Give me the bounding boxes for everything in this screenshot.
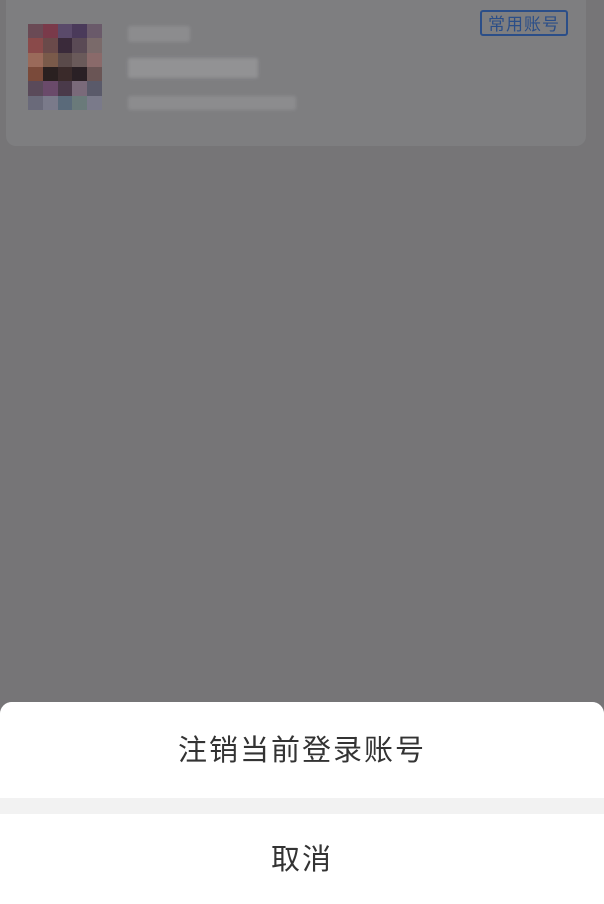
action-sheet: 注销当前登录账号 取消 bbox=[0, 702, 604, 904]
account-nickname-blurred bbox=[128, 26, 190, 42]
cancel-button[interactable]: 取消 bbox=[0, 814, 604, 904]
account-card[interactable]: 常用账号 bbox=[6, 0, 586, 146]
screen: 常用账号 注销当前登录账号 取消 bbox=[0, 0, 604, 904]
account-info-blurred bbox=[128, 96, 296, 110]
avatar bbox=[28, 24, 102, 110]
logout-current-account-button[interactable]: 注销当前登录账号 bbox=[0, 702, 604, 798]
frequent-account-tag: 常用账号 bbox=[480, 10, 568, 36]
account-id-blurred bbox=[128, 58, 258, 78]
